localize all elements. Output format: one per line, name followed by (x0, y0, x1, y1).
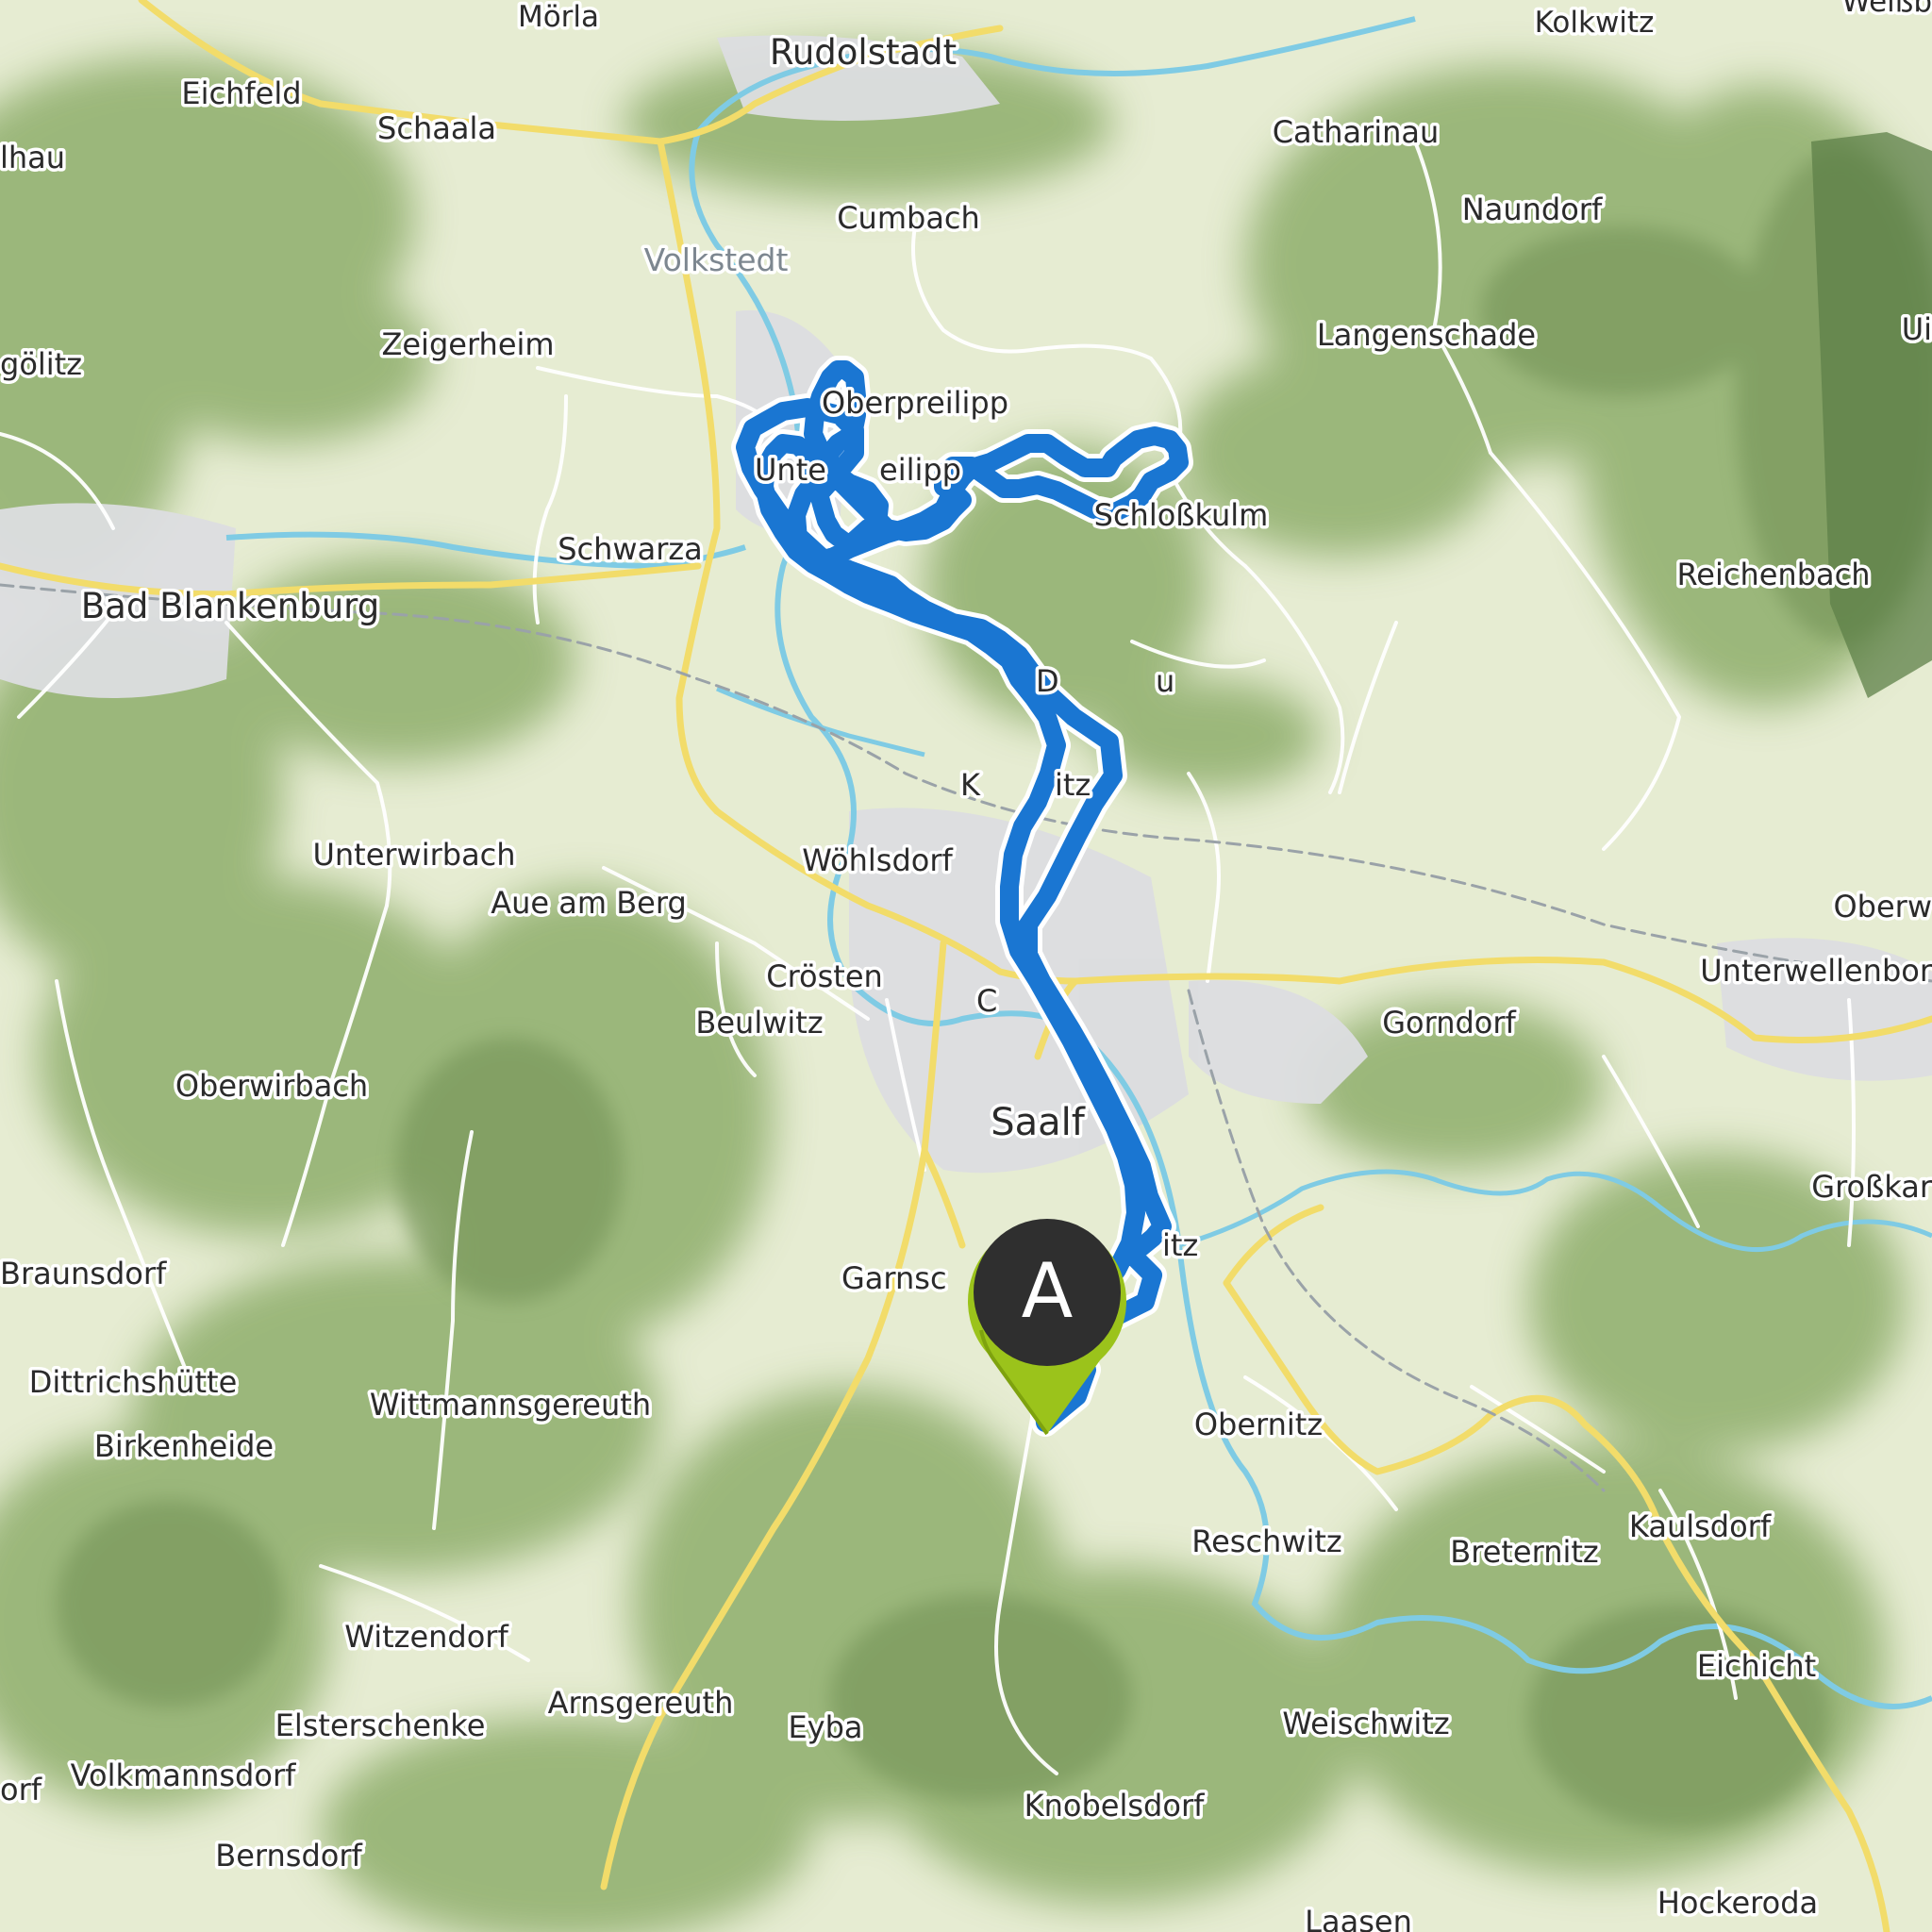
place-label: Mörla (518, 0, 599, 34)
place-label: Eyba (788, 1709, 862, 1745)
place-label: Oberpreilipp (822, 385, 1008, 421)
place-label: Volkstedt (644, 242, 789, 278)
place-label: Wittmannsgereuth (370, 1387, 651, 1423)
place-label: C (976, 983, 997, 1019)
place-label: Bernsdorf (215, 1838, 362, 1874)
place-label: Oberwirbach (175, 1068, 368, 1104)
place-label: Wöhlsdorf (802, 842, 953, 878)
place-label: Birkenheide (94, 1428, 274, 1464)
place-label: Eichicht (1697, 1648, 1816, 1684)
place-label: gölitz (0, 346, 82, 382)
place-label: Kolkwitz (1535, 6, 1655, 40)
place-label: Reschwitz (1191, 1524, 1341, 1559)
map-canvas[interactable]: Mörla Rudolstadt Kolkwitz Weißb Eichfeld Scha… (0, 0, 1932, 1932)
place-label: u (1156, 663, 1174, 699)
place-label: Catharinau (1273, 114, 1440, 150)
place-label: Oberw (1833, 889, 1932, 924)
place-label: Elsterschenke (275, 1707, 486, 1743)
place-label: Großkar (1811, 1169, 1932, 1205)
place-label: Arnsgereuth (548, 1685, 734, 1721)
place-label: Cumbach (837, 200, 980, 236)
place-label: Naundorf (1462, 192, 1603, 227)
place-label: Schwarza (558, 531, 703, 567)
place-label: Unterwirbach (312, 837, 515, 873)
place-label: Beulwitz (695, 1005, 823, 1041)
place-label: Eichfeld (181, 75, 301, 111)
marker-label: A (1022, 1247, 1074, 1335)
place-label: orf (0, 1772, 42, 1807)
place-label: Langenschade (1317, 317, 1536, 353)
place-label: Breternitz (1450, 1534, 1598, 1570)
place-label: Gorndorf (1382, 1005, 1516, 1041)
place-label: Aue am Berg (491, 885, 687, 921)
place-label: Saalf (991, 1101, 1086, 1144)
place-label: Witzendorf (344, 1619, 508, 1655)
place-label: Kaulsdorf (1629, 1508, 1772, 1544)
place-label: Dittrichshütte (29, 1364, 238, 1400)
place-label: lhau (0, 140, 65, 175)
place-label: K (960, 767, 981, 803)
terrain-layer (0, 0, 1932, 1932)
place-label: Braunsdorf (0, 1256, 167, 1291)
place-label: itz (1162, 1227, 1198, 1263)
place-label: Unterwellenbor (1700, 953, 1932, 989)
place-label: Weischwitz (1282, 1706, 1449, 1741)
place-label: Crösten (766, 958, 883, 994)
place-label: Weißb (1841, 0, 1932, 19)
place-label: Knobelsdorf (1024, 1788, 1205, 1824)
place-label: Schloßkulm (1094, 497, 1269, 533)
place-label: D (1036, 663, 1059, 699)
place-label: Hockeroda (1657, 1885, 1818, 1921)
place-label: Unte (755, 452, 826, 488)
place-label: eilipp (879, 452, 961, 488)
place-label: Garnsc (841, 1260, 947, 1296)
map-view[interactable]: Mörla Rudolstadt Kolkwitz Weißb Eichfeld Scha… (0, 0, 1932, 1932)
place-label: Volkmannsdorf (71, 1757, 296, 1793)
place-label: Laasen (1305, 1904, 1412, 1932)
place-label: Obernitz (1194, 1407, 1323, 1442)
place-label: Rudolstadt (770, 32, 957, 73)
place-label: itz (1055, 767, 1091, 803)
place-label: Bad Blankenburg (81, 586, 379, 626)
place-label: Schaala (377, 110, 496, 146)
place-label: Zeigerheim (381, 326, 554, 362)
place-label: Reichenbach (1676, 557, 1870, 592)
place-label: Ui (1902, 311, 1932, 347)
